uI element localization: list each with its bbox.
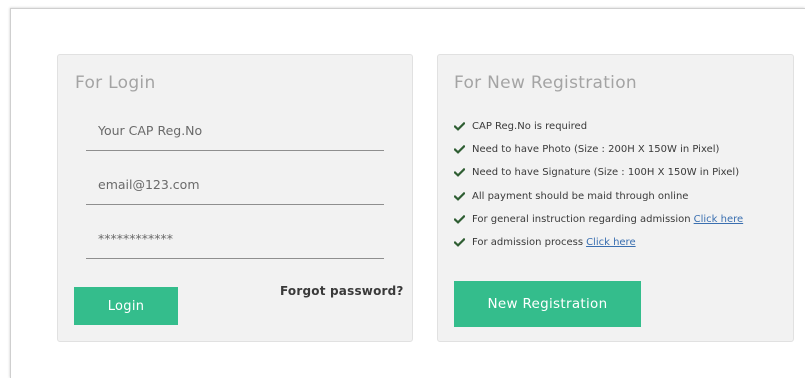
login-panel-title: For Login (75, 73, 156, 93)
email-input[interactable] (86, 165, 384, 204)
admission-process-link[interactable]: Click here (586, 237, 636, 248)
requirement-text: All payment should be maid through onlin… (472, 190, 689, 202)
check-icon (454, 168, 467, 178)
requirement-text: Need to have Photo (Size : 200H X 150W i… (472, 144, 720, 156)
registration-panel: For New Registration CAP Reg.No is requi… (437, 54, 794, 342)
check-icon (454, 122, 467, 132)
requirement-text: For admission process (472, 237, 584, 249)
requirement-text: CAP Reg.No is required (472, 121, 588, 133)
check-icon (454, 145, 467, 155)
list-item: All payment should be maid through onlin… (454, 185, 743, 208)
password-input[interactable] (86, 219, 384, 258)
email-field (86, 165, 384, 205)
registration-panel-title: For New Registration (454, 73, 637, 93)
check-icon (454, 214, 467, 224)
requirements-list: CAP Reg.No is required Need to have Phot… (454, 115, 743, 254)
check-icon (454, 238, 467, 247)
login-panel: For Login Login Forgot password? (57, 54, 413, 342)
page-frame: For Login Login Forgot password? For New… (10, 8, 805, 378)
general-instruction-link[interactable]: Click here (694, 214, 744, 225)
reg-no-field (86, 111, 384, 151)
list-item: For general instruction regarding admiss… (454, 208, 743, 231)
new-registration-button[interactable]: New Registration (454, 281, 641, 327)
check-icon (454, 191, 467, 201)
reg-no-input[interactable] (86, 111, 384, 150)
list-item: CAP Reg.No is required (454, 115, 743, 138)
requirement-text: For general instruction regarding admiss… (472, 213, 691, 225)
list-item: Need to have Photo (Size : 200H X 150W i… (454, 138, 743, 161)
forgot-password-link[interactable]: Forgot password? (280, 284, 404, 298)
login-button[interactable]: Login (74, 287, 178, 325)
list-item: For admission process Click here (454, 231, 743, 254)
list-item: Need to have Signature (Size : 100H X 15… (454, 161, 743, 184)
password-field (86, 219, 384, 259)
requirement-text: Need to have Signature (Size : 100H X 15… (472, 167, 740, 179)
